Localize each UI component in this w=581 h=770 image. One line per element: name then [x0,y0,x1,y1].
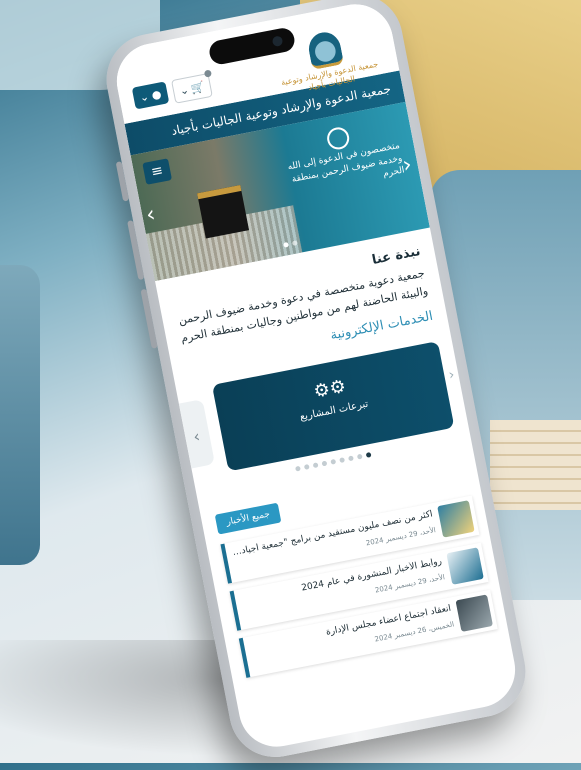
cart-badge [203,69,213,78]
carousel-dot[interactable] [356,453,363,460]
user-icon: ● [150,86,163,102]
slide-headline: متخصصون في الدعوة إلى الله وخدمة ضيوف ال… [286,140,406,185]
services-next-arrow[interactable]: › [447,367,456,384]
cart-icon: 🛒 [189,79,206,96]
background-left-card [0,265,40,565]
carousel-dot[interactable] [338,457,345,464]
user-menu-button[interactable]: ⌄ ● [131,81,170,110]
camera-icon [271,35,284,48]
news-thumbnail [437,500,475,538]
carousel-dot[interactable] [347,455,354,462]
carousel-dot[interactable] [294,466,301,472]
chevron-down-icon: ⌄ [178,82,190,98]
phone-volume-up [127,220,145,281]
chevron-down-icon: ⌄ [138,89,151,104]
all-news-button[interactable]: جميع الأخبار [214,502,282,535]
slider-prev-arrow[interactable]: ‹ [144,202,157,228]
logo-icon [305,29,345,71]
carousel-dot[interactable] [312,462,319,469]
background-shelf [490,420,581,510]
slide-logo-icon [325,125,352,152]
kaaba-image [197,184,250,239]
carousel-dot-active[interactable] [365,452,372,459]
phone-side-button [115,161,130,202]
slider-dot[interactable] [291,240,298,247]
hamburger-menu-button[interactable]: ≡ [142,158,173,185]
carousel-dot[interactable] [329,459,336,465]
cart-button[interactable]: ⌄ 🛒 [170,69,213,104]
slider-dot[interactable] [283,241,289,248]
carousel-dot[interactable] [321,460,327,467]
carousel-dot[interactable] [303,464,310,471]
phone-volume-down [140,288,158,349]
news-thumbnail [446,547,484,585]
news-thumbnail [455,594,494,633]
